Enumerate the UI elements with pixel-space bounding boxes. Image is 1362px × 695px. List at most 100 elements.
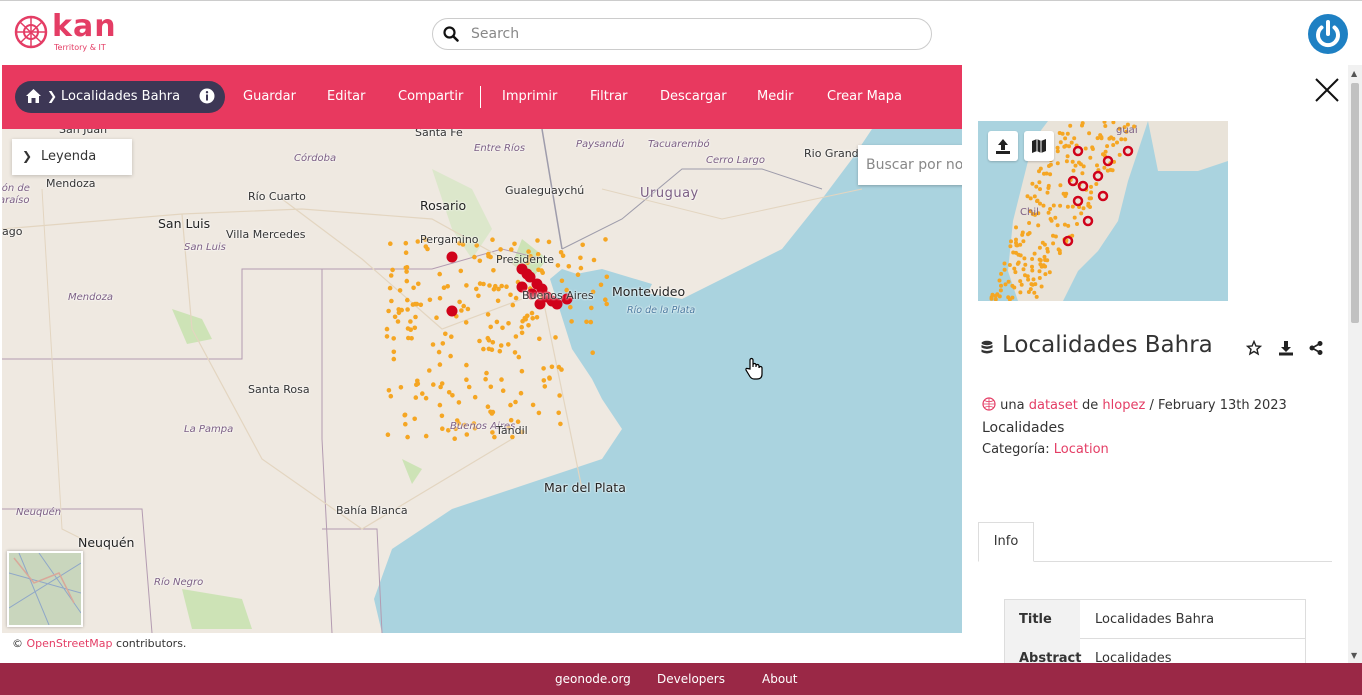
- locality-point[interactable]: [590, 350, 595, 355]
- locality-point[interactable]: [437, 271, 443, 277]
- locality-point[interactable]: [416, 281, 421, 287]
- locality-point[interactable]: [440, 341, 446, 346]
- kan-logo[interactable]: kan Territory & IT: [14, 9, 116, 55]
- locality-point[interactable]: [499, 377, 504, 382]
- locality-point[interactable]: [556, 364, 562, 370]
- locality-point-highlight[interactable]: [446, 251, 458, 263]
- locality-point[interactable]: [464, 377, 469, 382]
- locality-point[interactable]: [485, 312, 491, 317]
- locality-point[interactable]: [418, 302, 424, 308]
- home-icon[interactable]: [25, 88, 42, 104]
- locality-point[interactable]: [549, 364, 555, 370]
- locality-point[interactable]: [391, 349, 397, 355]
- locality-point[interactable]: [387, 285, 393, 291]
- locality-point[interactable]: [512, 350, 518, 355]
- locality-point[interactable]: [553, 335, 558, 340]
- locality-point[interactable]: [464, 283, 469, 288]
- toolbar-imprimir[interactable]: Imprimir: [502, 89, 557, 104]
- locality-point[interactable]: [427, 297, 433, 303]
- locality-point[interactable]: [558, 421, 563, 427]
- locality-point[interactable]: [519, 324, 524, 330]
- locality-point[interactable]: [488, 384, 494, 390]
- locality-point[interactable]: [404, 278, 410, 284]
- locality-point[interactable]: [486, 253, 491, 259]
- locality-point[interactable]: [483, 376, 488, 382]
- breadcrumb-label[interactable]: Localidades Bahra: [61, 89, 180, 104]
- locality-point[interactable]: [591, 257, 597, 263]
- osm-link[interactable]: OpenStreetMap: [27, 637, 113, 650]
- locality-point[interactable]: [392, 314, 398, 320]
- locality-point[interactable]: [556, 410, 561, 416]
- locality-point[interactable]: [513, 295, 519, 301]
- locality-point[interactable]: [441, 285, 447, 290]
- toolbar-crear-mapa[interactable]: Crear Mapa: [827, 89, 902, 104]
- locality-point[interactable]: [448, 353, 453, 359]
- map-search-input[interactable]: Buscar por no: [858, 145, 962, 185]
- locality-point[interactable]: [506, 342, 511, 347]
- locality-point[interactable]: [437, 362, 443, 367]
- locality-point[interactable]: [411, 285, 416, 291]
- footer-link-developers[interactable]: Developers: [657, 672, 725, 686]
- locality-point[interactable]: [494, 319, 500, 325]
- locality-point[interactable]: [559, 278, 565, 284]
- locality-point[interactable]: [459, 308, 464, 313]
- locality-point[interactable]: [386, 308, 391, 314]
- locality-point[interactable]: [526, 323, 531, 328]
- locality-point[interactable]: [603, 297, 608, 302]
- locality-point[interactable]: [513, 334, 519, 339]
- locality-point[interactable]: [412, 325, 418, 331]
- locality-point[interactable]: [384, 326, 390, 332]
- locality-point[interactable]: [390, 267, 395, 273]
- locality-point[interactable]: [477, 338, 482, 344]
- locality-point[interactable]: [604, 274, 610, 280]
- locality-point[interactable]: [405, 297, 410, 303]
- locality-point[interactable]: [406, 335, 411, 341]
- locality-point[interactable]: [388, 393, 394, 399]
- locality-point[interactable]: [437, 402, 443, 408]
- locality-point[interactable]: [529, 310, 535, 316]
- locality-point[interactable]: [490, 340, 496, 345]
- toolbar-compartir[interactable]: Compartir: [398, 89, 463, 104]
- map-thumbnail-button[interactable]: [1024, 131, 1054, 161]
- overview-minimap[interactable]: [7, 551, 83, 627]
- locality-point[interactable]: [410, 302, 416, 307]
- locality-point[interactable]: [384, 334, 390, 339]
- locality-point[interactable]: [402, 412, 408, 418]
- toolbar-descargar[interactable]: Descargar: [660, 89, 727, 104]
- locality-point[interactable]: [546, 239, 552, 245]
- locality-point[interactable]: [476, 293, 481, 299]
- locality-point[interactable]: [403, 240, 409, 246]
- locality-point[interactable]: [566, 264, 572, 269]
- locality-point[interactable]: [431, 382, 436, 387]
- legend-toggle[interactable]: ❯ Leyenda: [12, 139, 132, 175]
- locality-point[interactable]: [412, 416, 418, 422]
- locality-point[interactable]: [457, 299, 462, 305]
- locality-point[interactable]: [580, 242, 585, 248]
- locality-point[interactable]: [413, 314, 418, 320]
- user-menu-button[interactable]: [1308, 14, 1348, 54]
- locality-point[interactable]: [403, 265, 409, 271]
- locality-point-highlight[interactable]: [521, 268, 533, 280]
- locality-point[interactable]: [578, 255, 583, 261]
- locality-point[interactable]: [481, 346, 486, 352]
- locality-point[interactable]: [430, 342, 436, 347]
- locality-point[interactable]: [500, 325, 505, 331]
- locality-point[interactable]: [547, 375, 552, 380]
- locality-point[interactable]: [443, 331, 448, 337]
- locality-point[interactable]: [427, 368, 432, 373]
- locality-point[interactable]: [403, 421, 408, 427]
- locality-point[interactable]: [497, 348, 503, 354]
- locality-point[interactable]: [472, 254, 477, 260]
- share-icon[interactable]: [1308, 340, 1324, 356]
- scroll-down-icon[interactable]: ▼: [1351, 651, 1357, 660]
- locality-point[interactable]: [391, 356, 397, 362]
- locality-point[interactable]: [506, 321, 511, 326]
- locality-point[interactable]: [486, 346, 492, 352]
- locality-point[interactable]: [557, 393, 562, 398]
- locality-point[interactable]: [588, 319, 594, 325]
- locality-point[interactable]: [449, 334, 454, 339]
- locality-point[interactable]: [542, 384, 548, 389]
- locality-point[interactable]: [496, 286, 501, 292]
- locality-point[interactable]: [413, 395, 419, 400]
- map-canvas[interactable]: San Juan Santa Fe Córdoba Entre Ríos Paysand…: [2, 129, 962, 633]
